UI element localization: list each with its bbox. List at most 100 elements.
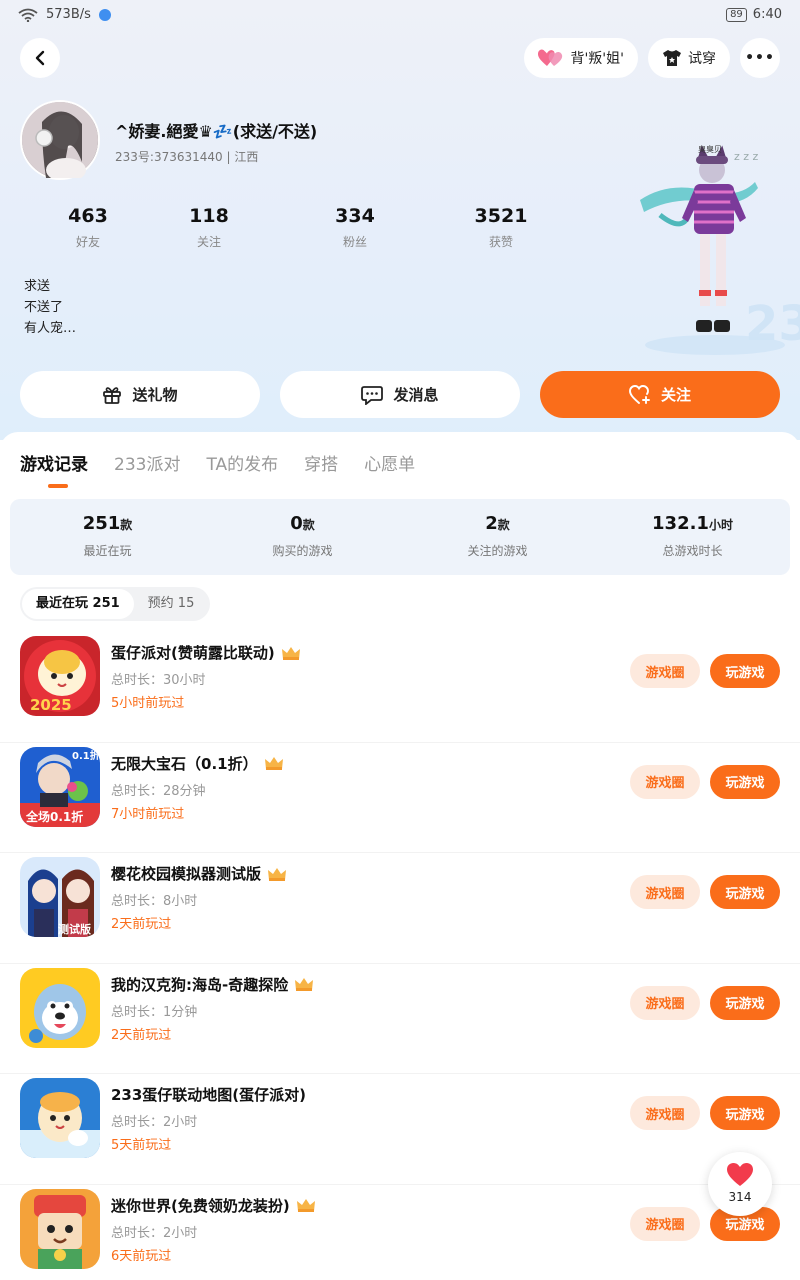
summary-value: 2: [485, 513, 498, 534]
game-last-played: 5小时前玩过: [111, 696, 185, 711]
summary-purchased[interactable]: 0款 购买的游戏: [205, 499, 400, 575]
avatar[interactable]: [20, 100, 100, 182]
stat-likes[interactable]: 3521 获赞: [428, 205, 574, 250]
stat-following[interactable]: 118 关注: [136, 205, 282, 250]
bio-line: 不送了: [24, 300, 64, 315]
play-game-button[interactable]: 玩游戏: [710, 654, 780, 688]
game-title: 迷你世界(免费领奶龙装扮): [111, 1196, 290, 1215]
floating-like-button[interactable]: 314: [708, 1152, 772, 1216]
game-row[interactable]: 2025 蛋仔派对(赞萌露比联动) 总时长：30小时 5小时前玩过 游戏圈 玩游…: [0, 632, 800, 743]
stat-fans[interactable]: 334 粉丝: [282, 205, 428, 250]
tab-233-party[interactable]: 233派对: [114, 450, 180, 475]
game-name: 我的汉克狗:海岛-奇趣探险: [111, 974, 314, 995]
game-total-time: 总时长：28分钟: [111, 783, 206, 799]
follow-button[interactable]: 关注: [540, 371, 780, 418]
game-subtabs: 最近在玩 251 预约 15: [20, 587, 211, 621]
profile-stats: 463 好友 118 关注 334 粉丝 3521 获赞: [40, 205, 580, 250]
stat-value: 3521: [474, 205, 528, 227]
game-row[interactable]: 233蛋仔联动地图(蛋仔派对) 总时长：2小时 5天前玩过 游戏圈 玩游戏: [0, 1074, 800, 1185]
app-notification-icon: [98, 8, 111, 21]
clock: 6:40: [752, 7, 782, 22]
game-total-time: 总时长：2小时: [111, 1115, 198, 1131]
game-icon-sakura-school[interactable]: 测试版: [20, 857, 100, 938]
summary-value: 132.1: [652, 513, 709, 534]
stat-value: 118: [189, 205, 229, 227]
double-heart-icon: [538, 49, 563, 66]
game-last-played: 2天前玩过: [111, 1027, 172, 1043]
chevron-left-icon: [35, 50, 45, 66]
game-icon-eggy-party[interactable]: 2025: [20, 636, 100, 716]
relationship-tag-button[interactable]: 背'叛'姐': [524, 38, 638, 78]
avatar-photo: [22, 102, 98, 182]
game-icon-233-eggy-map[interactable]: [20, 1078, 100, 1159]
game-name: 233蛋仔联动地图(蛋仔派对): [111, 1084, 306, 1105]
stat-friends[interactable]: 463 好友: [40, 205, 136, 250]
3d-avatar-figure[interactable]: 233 臭臭贝 z z z: [630, 140, 800, 360]
svg-text:z z z: z z z: [734, 150, 759, 163]
game-circle-button[interactable]: 游戏圈: [630, 875, 700, 910]
game-name: 无限大宝石（0.1折）: [111, 753, 284, 774]
stat-label: 粉丝: [342, 235, 367, 249]
more-icon: •••: [745, 50, 775, 66]
game-name: 蛋仔派对(赞萌露比联动): [111, 642, 301, 663]
stat-value: 463: [68, 205, 108, 227]
game-total-time: 总时长：30小时: [111, 673, 206, 688]
game-title: 233蛋仔联动地图(蛋仔派对): [111, 1086, 307, 1105]
network-speed: 573B/s: [46, 7, 91, 22]
tab-wishlist[interactable]: 心愿单: [364, 450, 415, 475]
content-panel: 游戏记录 233派对 TA的发布 穿搭 心愿单 251款 最近在玩 0款 购买的…: [0, 432, 800, 1280]
game-icon-hank-dog[interactable]: [20, 967, 100, 1048]
play-game-button[interactable]: 玩游戏: [710, 985, 780, 1020]
game-icon-infinite-gem[interactable]: 0.1折 全场0.1折: [20, 746, 100, 827]
follow-label: 关注: [660, 386, 691, 404]
try-on-button[interactable]: 试穿: [648, 38, 730, 78]
game-row[interactable]: 迷你世界(免费领奶龙装扮) 总时长：2小时 6天前玩过 游戏圈 玩游戏: [0, 1185, 800, 1280]
game-icon-banner: 全场0.1折: [25, 809, 83, 824]
game-row[interactable]: 0.1折 全场0.1折 无限大宝石（0.1折） 总时长：28分钟 7小时前玩过 …: [0, 743, 800, 854]
game-row[interactable]: 测试版 樱花校园模拟器测试版 总时长：8小时 2天前玩过 游戏圈 玩游戏: [0, 853, 800, 964]
game-total-time: 总时长：2小时: [111, 1225, 198, 1241]
game-name: 迷你世界(免费领奶龙装扮): [111, 1195, 316, 1216]
summary-playtime[interactable]: 132.1小时 总游戏时长: [595, 499, 790, 575]
summary-label: 购买的游戏: [272, 544, 333, 558]
subtab-recent[interactable]: 最近在玩 251: [22, 589, 134, 619]
subtab-reserved[interactable]: 预约 15: [134, 589, 209, 619]
crown-icon: [268, 867, 287, 881]
battery-icon: 89: [726, 7, 747, 22]
game-circle-button[interactable]: 游戏圈: [630, 985, 700, 1020]
game-icon-mini-world[interactable]: [20, 1188, 100, 1269]
game-title: 我的汉克狗:海岛-奇趣探险: [111, 975, 289, 994]
game-row[interactable]: 我的汉克狗:海岛-奇趣探险 总时长：1分钟 2天前玩过 游戏圈 玩游戏: [0, 964, 800, 1075]
back-button[interactable]: [20, 38, 60, 78]
game-summary: 251款 最近在玩 0款 购买的游戏 2款 关注的游戏 132.1小时 总游戏时…: [10, 499, 790, 575]
active-tab-indicator: [48, 484, 68, 488]
game-title: 无限大宝石（0.1折）: [111, 754, 258, 773]
game-circle-button[interactable]: 游戏圈: [630, 654, 700, 688]
crown-icon: [296, 1199, 315, 1213]
brand-watermark: 233: [745, 296, 800, 352]
summary-followed[interactable]: 2款 关注的游戏: [400, 499, 595, 575]
play-game-button[interactable]: 玩游戏: [710, 875, 780, 910]
send-message-button[interactable]: 发消息: [280, 371, 520, 418]
summary-value: 251: [82, 513, 121, 534]
tab-posts[interactable]: TA的发布: [206, 450, 278, 475]
summary-recent[interactable]: 251款 最近在玩: [10, 499, 205, 575]
play-game-button[interactable]: 玩游戏: [710, 764, 780, 799]
send-gift-button[interactable]: 送礼物: [20, 371, 260, 418]
summary-unit: 款: [120, 518, 133, 532]
game-circle-button[interactable]: 游戏圈: [630, 1096, 700, 1131]
game-icon-year: 2025: [30, 696, 72, 714]
chat-bubble-icon: [361, 385, 384, 405]
game-icon-test-tag: 测试版: [58, 922, 91, 936]
game-last-played: 7小时前玩过: [111, 806, 185, 822]
game-circle-button[interactable]: 游戏圈: [630, 1206, 700, 1241]
send-gift-label: 送礼物: [132, 386, 178, 404]
stat-label: 好友: [75, 235, 100, 249]
game-circle-button[interactable]: 游戏圈: [630, 764, 700, 799]
more-button[interactable]: •••: [740, 38, 780, 78]
play-game-button[interactable]: 玩游戏: [710, 1096, 780, 1131]
username: ^娇妻.絕愛♛💤(求送/不送): [115, 122, 318, 141]
tab-outfits[interactable]: 穿搭: [304, 450, 338, 475]
status-bar: 573B/s 89 6:40: [0, 0, 800, 32]
tab-game-records[interactable]: 游戏记录: [20, 450, 88, 475]
